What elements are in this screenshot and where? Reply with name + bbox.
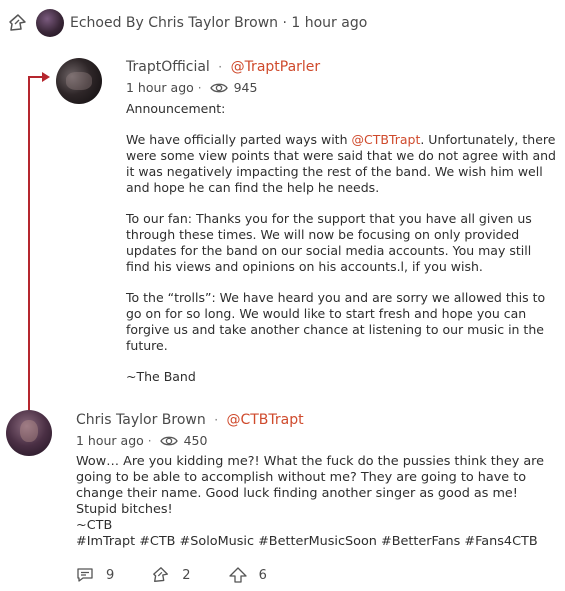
post-header: TraptOfficial · @TraptParler — [126, 58, 556, 76]
comment-count: 9 — [106, 567, 115, 583]
comment-button[interactable]: 9 — [76, 567, 114, 583]
author-handle[interactable]: @TraptParler — [231, 59, 321, 75]
thread-line — [28, 76, 30, 410]
separator-dot: · — [214, 413, 219, 427]
post-time: 1 hour ago — [76, 433, 144, 448]
echo-count: 2 — [182, 567, 191, 583]
post-hashtags[interactable]: #ImTrapt #CTB #SoloMusic #BetterMusicSoo… — [76, 534, 556, 550]
action-bar: 9 2 6 — [76, 566, 305, 584]
author-name[interactable]: Chris Taylor Brown — [76, 412, 206, 428]
post-paragraph: We have officially parted ways with @CTB… — [126, 132, 556, 196]
post-body: Announcement: We have officially parted … — [126, 101, 556, 385]
post-paragraph: Wow… Are you kidding me?! What the fuck … — [76, 454, 545, 517]
separator-dot: · — [218, 60, 223, 74]
post-header: Chris Taylor Brown · @CTBTrapt — [76, 411, 556, 429]
original-post: TraptOfficial · @TraptParler 1 hour ago … — [126, 58, 556, 385]
separator-dot: · — [197, 80, 202, 95]
ctb-avatar[interactable] — [6, 410, 52, 456]
post-meta: 1 hour ago · 450 — [76, 433, 556, 448]
post-meta: 1 hour ago · 945 — [126, 80, 556, 95]
echo-header: Echoed By Chris Taylor Brown · 1 hour ag… — [8, 9, 367, 37]
upvote-button[interactable]: 6 — [228, 567, 267, 583]
eye-icon — [209, 82, 228, 94]
upvote-icon — [228, 567, 247, 583]
view-count: 450 — [183, 433, 208, 448]
trapt-avatar[interactable] — [56, 58, 102, 104]
view-count: 945 — [233, 80, 258, 95]
mention-link[interactable]: @CTBTrapt — [351, 132, 420, 147]
echo-label: Echoed By Chris Taylor Brown · 1 hour ag… — [70, 15, 368, 31]
post-signature: ~CTB — [76, 518, 113, 533]
post-paragraph: Announcement: — [126, 101, 226, 116]
post-time: 1 hour ago — [126, 80, 194, 95]
post-paragraph: To the “trolls”: We have heard you and a… — [126, 290, 546, 353]
author-name[interactable]: TraptOfficial — [126, 59, 210, 75]
echoer-avatar[interactable] — [36, 9, 64, 37]
upvote-count: 6 — [258, 567, 267, 583]
comment-icon — [77, 568, 93, 582]
eye-icon — [159, 435, 178, 447]
echo-icon — [8, 13, 28, 33]
echo-icon — [153, 567, 169, 582]
post-body: Wow… Are you kidding me?! What the fuck … — [76, 454, 556, 550]
text-segment: We have officially parted ways with — [126, 132, 352, 147]
thread-arrow-icon — [42, 72, 50, 82]
post-paragraph: To our fan: Thanks you for the support t… — [126, 211, 532, 274]
echo-button[interactable]: 2 — [152, 566, 191, 584]
separator-dot: · — [147, 433, 152, 448]
author-handle[interactable]: @CTBTrapt — [226, 412, 303, 428]
post-signature: ~The Band — [126, 369, 196, 384]
echo-post: Chris Taylor Brown · @CTBTrapt 1 hour ag… — [76, 411, 556, 550]
